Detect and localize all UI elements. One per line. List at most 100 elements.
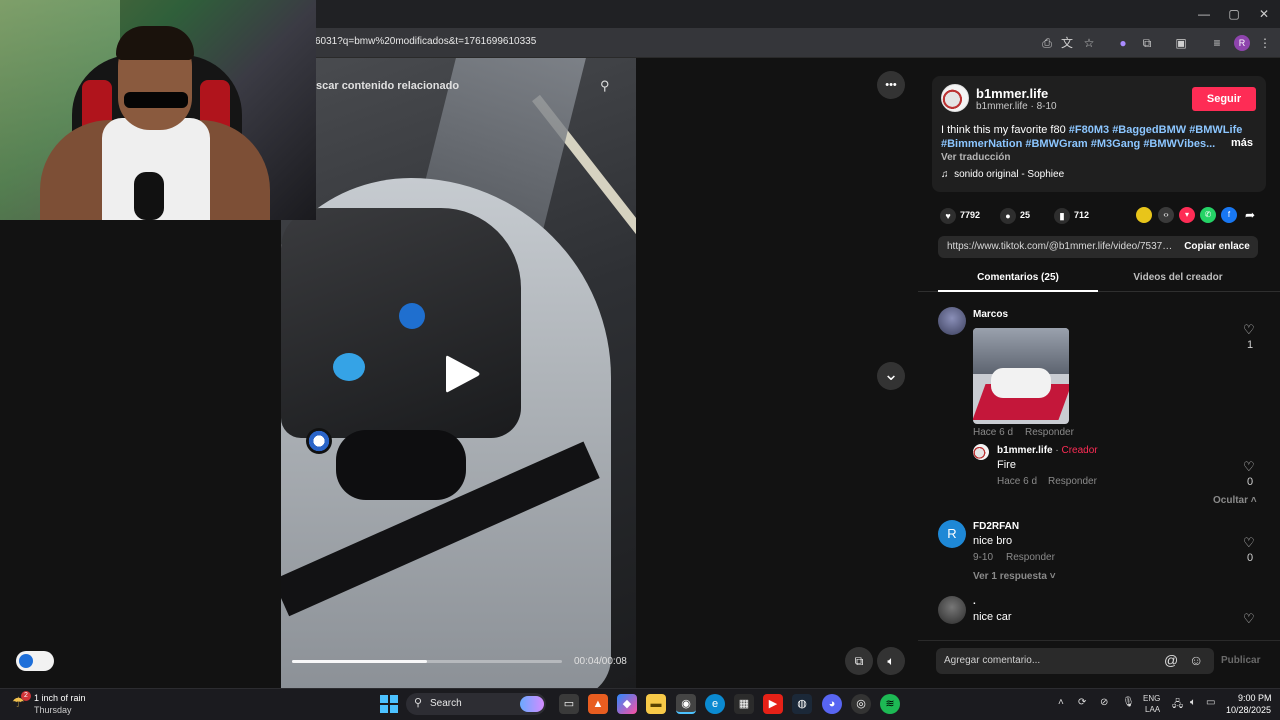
comment-avatar[interactable]: [938, 307, 966, 335]
reply-user[interactable]: b1mmer.life: [997, 445, 1053, 456]
search-icon[interactable]: ⚲: [600, 78, 618, 96]
save-button[interactable]: ▮ 712: [1054, 206, 1089, 224]
minimize-icon[interactable]: —: [1194, 4, 1214, 24]
task-view-icon[interactable]: ▭: [559, 694, 579, 714]
comment-like-icon[interactable]: ♡: [1243, 611, 1255, 627]
caption-hashtags[interactable]: #F80M3 #BaggedBMW #BMWLife: [1069, 124, 1243, 136]
clock-time[interactable]: 9:00 PM: [1238, 693, 1272, 703]
friends-share-icon[interactable]: [1136, 207, 1152, 223]
play-icon[interactable]: [440, 352, 484, 396]
network-icon[interactable]: 🖧︎: [1172, 697, 1183, 714]
language-code[interactable]: ENG: [1143, 694, 1160, 703]
extensions-puzzle-icon[interactable]: ⧉: [1138, 34, 1156, 52]
tiktok-send-icon[interactable]: ▾: [1179, 207, 1195, 223]
bookmark-icon: ▮: [1054, 207, 1070, 224]
tray-overflow-icon[interactable]: ˄: [1058, 697, 1064, 708]
chrome-icon[interactable]: ◉: [676, 694, 696, 714]
author-name[interactable]: b1mmer.life: [976, 86, 1048, 101]
tab-creator-videos[interactable]: Videos del creador: [1098, 272, 1258, 283]
microphone-icon[interactable]: 🎙︎: [1122, 697, 1135, 708]
music-info[interactable]: ♫ sonido original - Sophiee: [941, 169, 1064, 180]
post-caption: I think this my favorite f80 #F80M3 #Bag…: [941, 123, 1259, 151]
edge-icon[interactable]: e: [705, 694, 725, 714]
related-search[interactable]: scar contenido relacionado ⚲: [316, 72, 636, 102]
url-text[interactable]: 6031?q=bmw%20modificados&t=1761699610335: [315, 36, 536, 47]
tab-search-icon[interactable]: ▣: [1172, 34, 1190, 52]
facebook-icon[interactable]: f: [1221, 207, 1237, 223]
comment-like-icon[interactable]: ♡: [1243, 535, 1255, 551]
discord-icon[interactable]: ◕: [822, 694, 842, 714]
volume-icon[interactable]: 🔈︎: [1190, 697, 1196, 708]
windows-start-icon[interactable]: [380, 695, 398, 713]
tray-app-icon[interactable]: ⟳: [1078, 697, 1086, 708]
music-title[interactable]: sonido original - Sophiee: [954, 169, 1064, 180]
close-icon[interactable]: ✕: [1254, 4, 1274, 24]
tab-active-indicator: [938, 290, 1098, 292]
whatsapp-icon[interactable]: ✆: [1200, 207, 1216, 223]
more-options-button[interactable]: •••: [877, 71, 905, 99]
copy-link-button[interactable]: Copiar enlace: [1176, 236, 1258, 258]
clock-date[interactable]: 10/28/2025: [1226, 705, 1271, 715]
reply-link[interactable]: Responder: [1025, 427, 1074, 438]
install-app-icon[interactable]: ⎙: [1038, 34, 1056, 52]
browser-menu-icon[interactable]: ⋮: [1256, 34, 1274, 52]
share-arrow-icon[interactable]: ➦: [1242, 207, 1258, 223]
mention-icon[interactable]: @: [1164, 652, 1178, 668]
pip-icon[interactable]: ⧉: [845, 647, 873, 675]
follow-button[interactable]: Seguir: [1192, 87, 1256, 111]
author-avatar[interactable]: [941, 84, 969, 112]
comment-placeholder[interactable]: Agregar comentario...: [944, 655, 1040, 666]
extension-icon[interactable]: ●: [1114, 34, 1132, 52]
post-comment-button[interactable]: Publicar: [1221, 655, 1260, 666]
toggle-switch[interactable]: [16, 651, 54, 671]
embed-icon[interactable]: ‹›: [1158, 207, 1174, 223]
profile-avatar[interactable]: R: [1234, 35, 1250, 51]
copilot-icon[interactable]: ◆: [617, 694, 637, 714]
comment-user[interactable]: .: [973, 596, 976, 607]
app-icon[interactable]: ▲: [588, 694, 608, 714]
comment-avatar[interactable]: R: [938, 520, 966, 548]
streamer-hair: [116, 26, 194, 60]
view-replies-link[interactable]: Ver 1 respuesta ˅: [973, 571, 1056, 582]
reply-link[interactable]: Responder: [1006, 552, 1055, 563]
comment-avatar[interactable]: [938, 596, 966, 624]
comment-image[interactable]: [973, 328, 1069, 424]
video-link[interactable]: https://www.tiktok.com/@b1mmer.life/vide…: [947, 241, 1175, 252]
translate-icon[interactable]: 文: [1058, 34, 1076, 52]
translate-link[interactable]: Ver traducción: [941, 152, 1010, 163]
taskbar: [0, 688, 1280, 720]
store-icon[interactable]: ▦: [734, 694, 754, 714]
comment-button[interactable]: ● 25: [1000, 206, 1030, 224]
tray-app-icon[interactable]: ⊘: [1100, 697, 1108, 708]
engine-cap: [399, 303, 425, 329]
emoji-icon[interactable]: ☺: [1189, 652, 1203, 668]
next-video-button[interactable]: ⌄: [877, 362, 905, 390]
comment-like-icon[interactable]: ♡: [1243, 322, 1255, 338]
steam-icon[interactable]: ◍: [792, 694, 812, 714]
battery-icon[interactable]: ▭: [1206, 697, 1215, 708]
tab-comments[interactable]: Comentarios (25): [938, 272, 1098, 283]
weather-text[interactable]: 1 inch of rain: [34, 693, 86, 703]
maximize-icon[interactable]: ▢: [1224, 4, 1244, 24]
comment-user[interactable]: FD2RFAN: [973, 521, 1019, 532]
comment-user[interactable]: Marcos: [973, 309, 1008, 320]
start-tile: [380, 705, 388, 713]
youtube-icon[interactable]: ▶: [763, 694, 783, 714]
like-button[interactable]: ♥ 7792: [940, 206, 980, 224]
caption-hashtags[interactable]: #BimmerNation #BMWGram #M3Gang #BMWVibes…: [941, 138, 1215, 150]
file-explorer-icon[interactable]: ▬: [646, 694, 666, 714]
start-tile: [390, 705, 398, 713]
language-layout[interactable]: LAA: [1145, 705, 1160, 714]
reply-like-icon[interactable]: ♡: [1243, 459, 1255, 475]
media-controls-icon[interactable]: ≡: [1208, 34, 1226, 52]
caption-more-link[interactable]: más: [1231, 137, 1253, 149]
image-car: [991, 368, 1051, 398]
bookmark-star-icon[interactable]: ☆: [1080, 34, 1098, 52]
comment-like-count: 0: [1246, 552, 1254, 564]
app-icon[interactable]: ◎: [851, 694, 871, 714]
hide-replies-link[interactable]: Ocultar ˄: [1213, 495, 1257, 506]
reply-link[interactable]: Responder: [1048, 476, 1097, 487]
reply-avatar[interactable]: [973, 444, 989, 460]
volume-icon[interactable]: 🔈︎: [877, 647, 905, 675]
spotify-icon[interactable]: ≋: [880, 694, 900, 714]
